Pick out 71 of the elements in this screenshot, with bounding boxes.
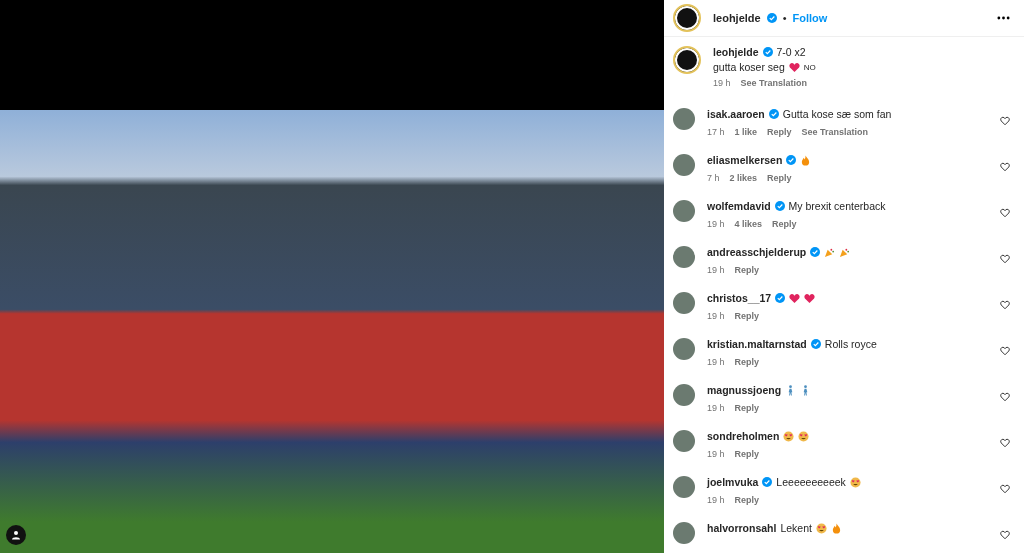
heart-emoji-icon <box>788 61 800 73</box>
timestamp: 19 h <box>707 311 725 321</box>
username[interactable]: halvorronsahl <box>707 522 777 534</box>
timestamp: 7 h <box>707 173 720 183</box>
like-heart-icon[interactable] <box>1000 484 1010 494</box>
timestamp: 19 h <box>707 495 725 505</box>
like-heart-icon[interactable] <box>1000 208 1010 218</box>
flag-text: NO <box>803 62 816 72</box>
username[interactable]: leohjelde <box>713 12 761 24</box>
like-heart-icon[interactable] <box>1000 530 1010 540</box>
timestamp: 17 h <box>707 127 725 137</box>
username[interactable]: kristian.maltarnstad <box>707 338 807 350</box>
reply-link[interactable]: Reply <box>734 357 760 367</box>
timestamp: 19 h <box>713 78 731 88</box>
heart-eyes-emoji-icon <box>798 430 810 442</box>
like-heart-icon[interactable] <box>1000 392 1010 402</box>
username[interactable]: sondreholmen <box>707 430 780 442</box>
avatar-icon[interactable] <box>673 4 701 32</box>
party-popper-icon <box>824 246 836 258</box>
likes-count[interactable]: 4 likes <box>734 219 763 229</box>
likes-count[interactable]: 1 like <box>734 127 758 137</box>
username[interactable]: wolfemdavid <box>707 200 771 212</box>
heart-eyes-emoji-icon <box>815 522 827 534</box>
heart-eyes-emoji-icon <box>783 430 795 442</box>
comment-text: Lekent <box>780 522 812 534</box>
comment-text: Gutta kose sæ som fan <box>782 108 892 120</box>
username[interactable]: joelmvuka <box>707 476 759 488</box>
comment-text: 7-0 x2 <box>776 46 806 58</box>
comment-text: Leeeeeeeeeek <box>776 476 846 488</box>
caption-text: gutta koser seg <box>713 61 785 73</box>
username[interactable]: christos__17 <box>707 292 772 304</box>
heart-emoji-icon <box>789 292 801 304</box>
timestamp: 19 h <box>707 449 725 459</box>
timestamp: 19 h <box>707 219 725 229</box>
username[interactable]: magnussjoeng <box>707 384 782 396</box>
likes-count[interactable]: 2 likes <box>729 173 758 183</box>
username[interactable]: eliasmelkersen <box>707 154 783 166</box>
like-heart-icon[interactable] <box>1000 116 1010 126</box>
more-options-icon[interactable] <box>997 16 1010 20</box>
reply-link[interactable]: Reply <box>772 219 797 229</box>
like-heart-icon[interactable] <box>1000 254 1010 264</box>
heart-eyes-emoji-icon <box>849 476 861 488</box>
like-heart-icon[interactable] <box>1000 300 1010 310</box>
fire-emoji-icon <box>830 522 842 534</box>
username[interactable]: isak.aaroen <box>707 108 765 120</box>
username[interactable]: leohjelde <box>713 46 759 58</box>
reply-link[interactable]: Reply <box>767 173 792 183</box>
timestamp: 19 h <box>707 403 725 413</box>
timestamp: 19 h <box>707 265 725 275</box>
reply-link[interactable]: Reply <box>734 449 760 459</box>
follow-button[interactable]: Follow <box>792 12 828 24</box>
reply-link[interactable]: Reply <box>734 495 760 505</box>
timestamp: 19 h <box>707 357 725 367</box>
party-popper-icon <box>839 246 851 258</box>
avatar-icon[interactable] <box>673 46 701 74</box>
username[interactable]: andreasschjelderup <box>707 246 807 258</box>
reply-link[interactable]: Reply <box>734 265 760 275</box>
fire-emoji-icon <box>800 154 812 166</box>
reply-link[interactable]: Reply <box>734 403 760 413</box>
comment-text: My brexit centerback <box>788 200 886 212</box>
see-translation-link[interactable]: See Translation <box>740 78 808 88</box>
like-heart-icon[interactable] <box>1000 438 1010 448</box>
heart-emoji-icon <box>804 292 816 304</box>
comment-text: Rolls royce <box>824 338 877 350</box>
like-heart-icon[interactable] <box>1000 346 1010 356</box>
see-translation-link[interactable]: See Translation <box>801 127 869 137</box>
tagged-user-icon[interactable] <box>6 525 26 545</box>
reply-link[interactable]: Reply <box>767 127 792 137</box>
reply-link[interactable]: Reply <box>734 311 760 321</box>
like-heart-icon[interactable] <box>1000 162 1010 172</box>
separator-dot: • <box>782 12 787 24</box>
